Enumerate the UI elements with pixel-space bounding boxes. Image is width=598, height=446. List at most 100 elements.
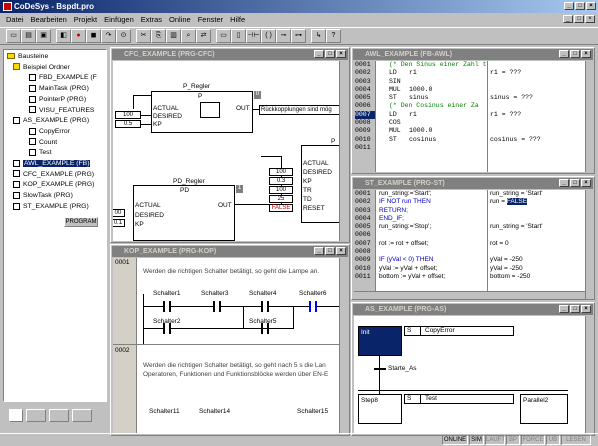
cfc-title-bar[interactable]: CFC_EXAMPLE (PRG-CFC) _ □ × [112,49,348,60]
tab-datatypes-icon[interactable] [26,409,46,422]
st-scrollbar[interactable] [585,190,594,299]
cfc-const-kp[interactable]: 0.5 [115,120,141,128]
copy-icon[interactable]: ⎘ [151,29,166,43]
find-icon[interactable]: ⌕ [181,29,196,43]
st-code-line[interactable] [379,248,487,256]
tree-item[interactable]: MainTask (PRG) [7,84,106,95]
step-icon[interactable]: ↷ [101,29,116,43]
awl-maximize-button[interactable]: □ [570,50,580,58]
tree-item[interactable]: FBD_EXAMPLE (F [7,73,106,84]
as-step8[interactable]: Step8 [358,394,402,424]
cfc-block2[interactable]: PD ACTUAL DESIRED KP OUT [133,185,235,241]
awl-title-bar[interactable]: AWL_EXAMPLE (FB-AWL) _ □ × [353,49,593,60]
cfc-block2-const-kp[interactable]: 0.1 [113,219,125,227]
awl-code-line[interactable]: MUL 1000.0 [379,127,487,135]
jump-icon[interactable]: ↳ [311,29,326,43]
awl-code-line[interactable]: (* Den Cosinus einer Za [379,102,487,110]
st-code-line[interactable] [379,231,487,239]
as-title-bar[interactable]: AS_EXAMPLE (PRG-AS) _ □ × [353,304,593,315]
minimize-button[interactable]: _ [564,2,574,10]
cfc-block3[interactable]: ACTUAL DESIRED KP TR TD RESET [301,145,339,223]
cfc-minimize-button[interactable]: _ [314,50,324,58]
as-minimize-button[interactable]: _ [559,305,569,313]
awl-code-line[interactable]: (* Den Sinus einer Zahl t [379,61,487,69]
paste-icon[interactable]: ▥ [166,29,181,43]
kop-contact-1[interactable] [163,301,171,312]
awl-minimize-button[interactable]: _ [559,50,569,58]
st-code-line[interactable]: IF NOT run THEN [379,198,487,206]
mdi-close-button[interactable]: × [585,15,595,23]
input-icon[interactable]: ⊸ [276,29,291,43]
tree-item[interactable]: VISU_FEATURES [7,106,106,117]
menu-fenster[interactable]: Fenster [198,14,223,26]
as-init-action[interactable]: S CopyError [404,326,514,336]
maximize-button[interactable]: □ [575,2,585,10]
breakpoint-icon[interactable]: ⊙ [116,29,131,43]
as-maximize-button[interactable]: □ [570,305,580,313]
cfc-block3-const-4[interactable]: 25 [269,195,293,203]
awl-code-line[interactable]: ST cosinus [379,136,487,144]
awl-code-line[interactable]: SIN [379,78,487,86]
awl-code-line[interactable]: COS [379,119,487,127]
kop-canvas[interactable]: 0001 0002 Werden die richtigen Schalter … [113,258,339,434]
cfc-comment[interactable]: Rückkopplungen sind mög [259,105,339,115]
kop-contact-4[interactable] [309,301,317,312]
st-close-button[interactable]: × [581,179,591,187]
st-code-line[interactable]: bottom := yVal + offset; [379,273,487,281]
st-editor[interactable]: 0001 0002 0003 0004 0005 0006 0007 0008 0009 0010… [354,190,585,291]
tab-visualizations-icon[interactable] [49,409,69,422]
tree-item[interactable]: ST_EXAMPLE (PRG) [7,202,106,213]
awl-code-line[interactable]: LD r1 [379,111,487,119]
kop-minimize-button[interactable]: _ [314,247,324,255]
tree-item[interactable]: AS_EXAMPLE (PRG) [7,116,106,127]
cut-icon[interactable]: ✂ [136,29,151,43]
kop-contact-3[interactable] [261,301,269,312]
st-code-line[interactable]: IF (yVal < 0) THEN [379,256,487,264]
save-icon[interactable]: ▣ [36,29,51,43]
output-icon[interactable]: ⊶ [291,29,306,43]
stop-icon[interactable]: ◼ [86,29,101,43]
cfc-block3-const-3[interactable]: 100 [269,186,293,194]
close-button[interactable]: × [586,2,596,10]
tree-item[interactable]: Count [7,138,106,149]
st-code-line[interactable]: run_string:='Stop'; [379,223,487,231]
kop-maximize-button[interactable]: □ [325,247,335,255]
kop-close-button[interactable]: × [336,247,346,255]
awl-code-line[interactable]: ST sinus [379,94,487,102]
contact-icon[interactable]: ⊣⊢ [246,29,261,43]
tree-item[interactable]: KOP_EXAMPLE (PRG) [7,180,106,191]
cfc-block3-const-5[interactable]: FALSE [269,204,293,212]
menu-projekt[interactable]: Projekt [74,14,97,26]
tab-pous-icon[interactable] [9,409,23,422]
menu-datei[interactable]: Datei [6,14,24,26]
new-icon[interactable]: ▭ [6,29,21,43]
cfc-close-button[interactable]: × [336,50,346,58]
st-code-line[interactable]: run_string:='Start'; [379,190,487,198]
menu-online[interactable]: Online [169,14,191,26]
network-icon[interactable]: ▭ [216,29,231,43]
st-code-line[interactable]: yVal := yVal + offset; [379,265,487,273]
awl-code-line[interactable]: MUL 1000.0 [379,86,487,94]
mdi-minimize-button[interactable]: _ [563,15,573,23]
tree-item[interactable]: Beispiel Ordner [7,63,106,74]
awl-code-line[interactable] [379,144,487,152]
tree-item[interactable]: CFC_EXAMPLE (PRG) [7,170,106,181]
help-icon[interactable]: ? [326,29,341,43]
as-step8-action[interactable]: S Test [404,394,514,404]
cfc-const-desired[interactable]: 100 [115,111,141,119]
as-parallel-step[interactable]: Parallel2 [520,394,568,424]
st-code-line[interactable]: END_IF; [379,215,487,223]
login-icon[interactable]: ◧ [56,29,71,43]
menu-extras[interactable]: Extras [141,14,162,26]
cfc-block2-const-desired[interactable]: 00 [113,209,125,217]
kop-contact-5[interactable] [163,323,171,334]
open-icon[interactable]: ▤ [21,29,36,43]
tab-resources-icon[interactable] [72,409,92,422]
st-code-line[interactable]: rot := rot + offset; [379,240,487,248]
awl-code-line[interactable]: LD r1 [379,69,487,77]
cfc-block3-const-1[interactable]: 100 [269,168,293,176]
as-scrollbar[interactable] [585,316,594,434]
app-title-bar[interactable]: CoDeSys - Bspdt.pro _ □ × [0,0,598,13]
menu-bearbeiten[interactable]: Bearbeiten [31,14,67,26]
cfc-block3-const-2[interactable]: 0.3 [269,177,293,185]
